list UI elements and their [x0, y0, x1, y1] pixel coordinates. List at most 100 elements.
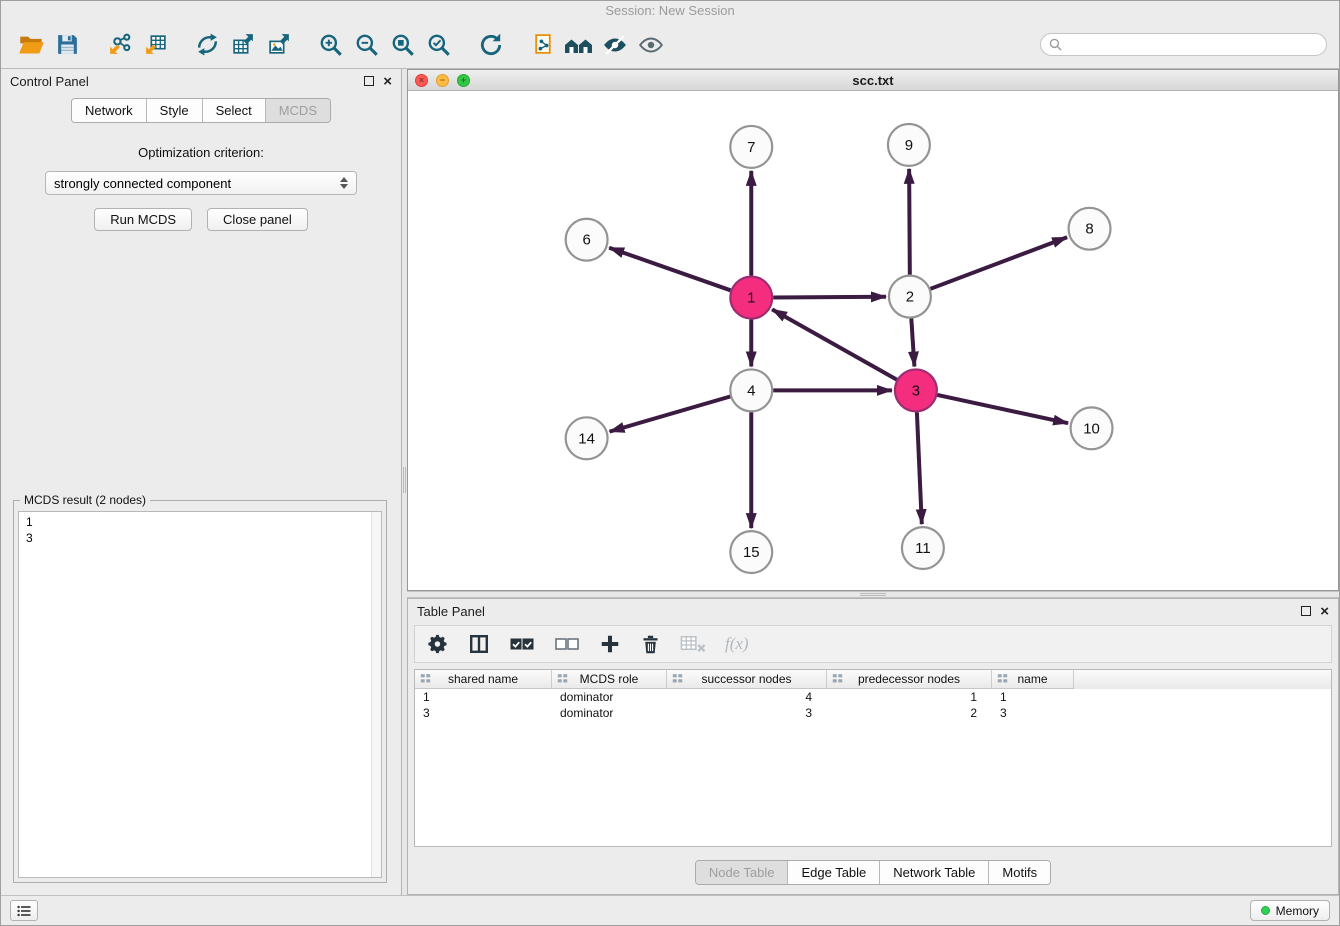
zoom-selected-icon[interactable]	[421, 27, 457, 63]
graph-edge-2-8[interactable]	[930, 237, 1067, 289]
hide-graphics-details-icon[interactable]	[597, 27, 633, 63]
zoom-in-icon[interactable]	[313, 27, 349, 63]
tab-network[interactable]: Network	[72, 99, 147, 122]
table-cell-predecessor-nodes: 1	[827, 689, 992, 705]
delete-column-trash-icon[interactable]	[640, 630, 661, 658]
graph-node-7[interactable]: 7	[730, 126, 772, 168]
graph-node-14[interactable]: 14	[566, 417, 608, 459]
deselect-all-rows-icon[interactable]	[554, 630, 580, 658]
graph-edge-3-1[interactable]	[772, 309, 897, 379]
close-panel-icon[interactable]: ×	[383, 74, 392, 89]
graph-node-3[interactable]: 3	[895, 369, 937, 411]
search-input[interactable]	[1067, 38, 1318, 52]
mcds-result-list[interactable]: 13	[18, 511, 382, 878]
graph-edge-2-3[interactable]	[911, 319, 914, 367]
column-header-shared-name[interactable]: shared name	[415, 670, 552, 689]
horizontal-splitter[interactable]	[407, 591, 1339, 598]
control-panel: Control Panel × NetworkStyleSelectMCDS O…	[1, 69, 402, 895]
app-window: Session: New Session	[0, 0, 1340, 926]
network-overview-home-icon[interactable]	[561, 27, 597, 63]
graph-node-4[interactable]: 4	[730, 369, 772, 411]
graph-edge-3-11[interactable]	[917, 412, 922, 524]
tab-network-table[interactable]: Network Table	[880, 861, 989, 884]
close-window-icon[interactable]: ×	[415, 74, 428, 87]
minimize-window-icon[interactable]: −	[436, 74, 449, 87]
show-graphics-details-icon[interactable]	[633, 27, 669, 63]
tab-edge-table[interactable]: Edge Table	[788, 861, 880, 884]
graph-node-15[interactable]: 15	[730, 531, 772, 573]
graph-node-11[interactable]: 11	[902, 527, 944, 569]
close-panel-icon[interactable]: ×	[1320, 604, 1329, 619]
svg-text:7: 7	[747, 139, 755, 156]
svg-text:10: 10	[1083, 420, 1100, 437]
graph-node-8[interactable]: 8	[1069, 208, 1111, 250]
function-builder-icon[interactable]: f(x)	[725, 630, 749, 658]
graph-node-9[interactable]: 9	[888, 124, 930, 166]
svg-text:11: 11	[915, 540, 931, 557]
zoom-out-icon[interactable]	[349, 27, 385, 63]
float-panel-icon[interactable]	[1301, 606, 1311, 616]
column-header-successor-nodes[interactable]: successor nodes	[667, 670, 827, 689]
graph-node-6[interactable]: 6	[566, 219, 608, 261]
optimization-criterion-select[interactable]: strongly connected component	[45, 171, 357, 195]
delete-table-icon[interactable]	[680, 630, 706, 658]
graph-edge-4-14[interactable]	[610, 396, 731, 431]
table-panel-header: Table Panel ×	[408, 599, 1338, 623]
tab-style[interactable]: Style	[147, 99, 203, 122]
splitter-grip[interactable]	[403, 467, 406, 493]
network-view-titlebar: scc.txt × − +	[408, 70, 1338, 91]
export-table-icon[interactable]	[225, 27, 261, 63]
column-type-icon	[832, 673, 843, 684]
mcds-result-line: 3	[26, 530, 374, 546]
toggle-column-icon[interactable]	[468, 630, 490, 658]
tab-node-table[interactable]: Node Table	[696, 861, 789, 884]
close-panel-button[interactable]: Close panel	[207, 208, 308, 231]
tab-select[interactable]: Select	[203, 99, 266, 122]
network-canvas[interactable]: 7 9 6 8 1 2 4 3 14 10 15 11	[408, 91, 1338, 590]
list-icon	[17, 905, 31, 917]
clone-network-icon[interactable]	[525, 27, 561, 63]
svg-text:4: 4	[747, 382, 755, 399]
column-header-mcds-role[interactable]: MCDS role	[552, 670, 667, 689]
export-image-icon[interactable]	[261, 27, 297, 63]
table-row[interactable]: 1dominator411	[415, 689, 1331, 705]
svg-text:15: 15	[743, 544, 760, 561]
column-header-predecessor-nodes[interactable]: predecessor nodes	[827, 670, 992, 689]
maximize-window-icon[interactable]: +	[457, 74, 470, 87]
import-table-icon[interactable]	[137, 27, 173, 63]
select-all-rows-icon[interactable]	[509, 630, 535, 658]
save-session-icon[interactable]	[49, 27, 85, 63]
import-network-icon[interactable]	[101, 27, 137, 63]
graph-node-10[interactable]: 10	[1071, 407, 1113, 449]
tab-mcds[interactable]: MCDS	[266, 99, 330, 122]
table-panel: Table Panel ×	[407, 598, 1339, 895]
mcds-result-box: MCDS result (2 nodes) 13	[13, 493, 387, 883]
task-history-button[interactable]	[10, 900, 38, 921]
window-titlebar: Session: New Session	[1, 1, 1339, 21]
graph-node-1[interactable]: 1	[730, 277, 772, 319]
mcds-tab-content: Optimization criterion: strongly connect…	[1, 145, 401, 231]
export-network-icon[interactable]	[189, 27, 225, 63]
open-session-icon[interactable]	[13, 27, 49, 63]
svg-text:2: 2	[906, 289, 914, 306]
column-header-name[interactable]: name	[992, 670, 1074, 689]
run-mcds-button[interactable]: Run MCDS	[94, 208, 192, 231]
splitter-grip[interactable]	[860, 593, 886, 596]
graph-edge-1-2[interactable]	[773, 297, 886, 298]
table-cell-successor-nodes: 4	[667, 689, 827, 705]
table-settings-gear-icon[interactable]	[427, 630, 449, 658]
graph-node-2[interactable]: 2	[889, 276, 931, 318]
float-panel-icon[interactable]	[364, 76, 374, 86]
zoom-fit-icon[interactable]	[385, 27, 421, 63]
graph-edge-1-6[interactable]	[609, 248, 730, 291]
column-header-filler	[1074, 670, 1331, 689]
graph-edge-2-9[interactable]	[909, 169, 910, 275]
refresh-layout-icon[interactable]	[473, 27, 509, 63]
result-scrollbar[interactable]	[371, 512, 381, 877]
graph-edge-3-10[interactable]	[937, 395, 1068, 423]
column-type-icon	[557, 673, 568, 684]
table-row[interactable]: 3dominator323	[415, 705, 1331, 721]
tab-motifs[interactable]: Motifs	[989, 861, 1050, 884]
memory-button[interactable]: Memory	[1250, 900, 1330, 921]
add-column-icon[interactable]	[599, 630, 621, 658]
